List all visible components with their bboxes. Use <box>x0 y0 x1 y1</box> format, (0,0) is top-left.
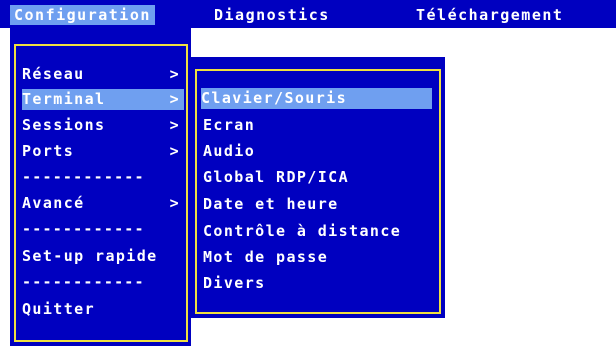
menu-item-terminal[interactable]: Terminal > <box>22 89 184 110</box>
chevron-right-icon: > <box>169 90 180 108</box>
menu-item-avance[interactable]: Avancé > <box>22 193 184 214</box>
menu-diagnostics[interactable]: Diagnostics <box>210 5 334 25</box>
submenu-item-mot-de-passe[interactable]: Mot de passe <box>203 247 432 268</box>
menu-item-terminal-label: Terminal <box>22 90 106 108</box>
menu-item-setup-rapide-label: Set-up rapide <box>22 247 158 265</box>
menu-separator: ------------ <box>22 273 145 291</box>
menu-item-avance-label: Avancé <box>22 194 85 212</box>
menu-item-ports[interactable]: Ports > <box>22 141 184 162</box>
submenu-item-ecran[interactable]: Ecran <box>203 115 432 136</box>
submenu-item-global-rdp-ica[interactable]: Global RDP/ICA <box>203 167 432 188</box>
menu-separator: ------------ <box>22 220 145 238</box>
chevron-right-icon: > <box>169 65 180 83</box>
submenu-item-controle-distance[interactable]: Contrôle à distance <box>203 221 432 242</box>
chevron-right-icon: > <box>169 194 180 212</box>
submenu-item-clavier-souris[interactable]: Clavier/Souris <box>201 88 432 109</box>
menu-item-ports-label: Ports <box>22 142 75 160</box>
chevron-right-icon: > <box>169 142 180 160</box>
menu-item-reseau[interactable]: Réseau > <box>22 64 184 85</box>
menu-item-sessions-label: Sessions <box>22 116 106 134</box>
submenu-item-date-heure[interactable]: Date et heure <box>203 194 432 215</box>
chevron-right-icon: > <box>169 116 180 134</box>
terminal-submenu: Clavier/Souris Ecran Audio Global RDP/IC… <box>191 57 445 318</box>
menu-item-quitter[interactable]: Quitter <box>22 299 184 320</box>
menu-bar: Configuration Diagnostics Téléchargement <box>0 0 616 28</box>
menu-item-quitter-label: Quitter <box>22 300 96 318</box>
configuration-menu: Réseau > Terminal > Sessions > Ports > -… <box>10 28 191 346</box>
menu-separator: ------------ <box>22 168 145 186</box>
menu-item-setup-rapide[interactable]: Set-up rapide <box>22 246 184 267</box>
menu-telechargement[interactable]: Téléchargement <box>412 5 567 25</box>
menu-configuration[interactable]: Configuration <box>10 5 155 25</box>
submenu-item-audio[interactable]: Audio <box>203 141 432 162</box>
menu-item-sessions[interactable]: Sessions > <box>22 115 184 136</box>
submenu-item-divers[interactable]: Divers <box>203 273 432 294</box>
menu-item-reseau-label: Réseau <box>22 65 85 83</box>
